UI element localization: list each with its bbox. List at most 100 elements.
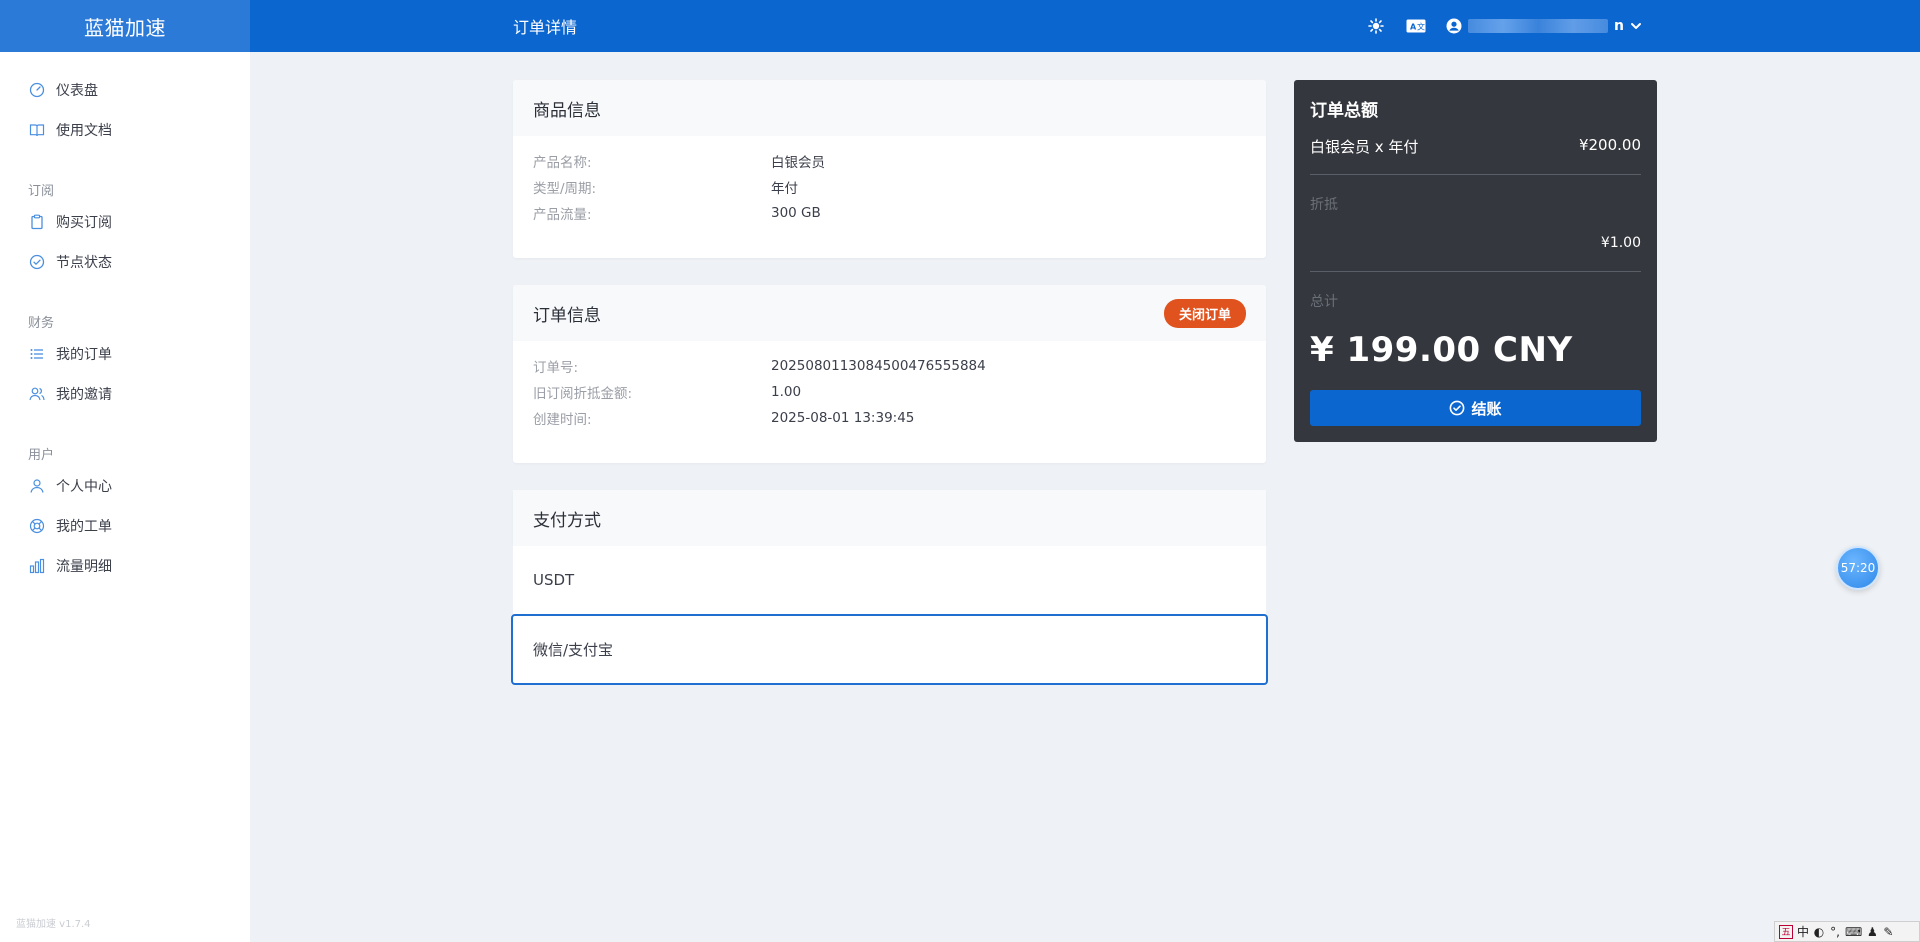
kv-row: 旧订阅折抵金额: 1.00 [533, 379, 1246, 405]
kv-value: 300 GB [771, 205, 821, 221]
app-version: 蓝猫加速 v1.7.4 [16, 919, 91, 930]
payment-method-card: 支付方式 [513, 490, 1266, 546]
kv-row: 类型/周期: 年付 [533, 174, 1246, 200]
lifebuoy-icon [28, 517, 46, 535]
kv-value: 1.00 [771, 384, 802, 400]
floating-timer[interactable]: 57:20 [1836, 546, 1880, 590]
nav-group-user: 用户 [28, 448, 55, 463]
svg-text:文: 文 [1417, 22, 1425, 32]
order-info-header: 订单信息 关闭订单 [513, 285, 1266, 341]
sidebar-item-label: 我的工单 [56, 519, 112, 535]
bar-chart-icon [28, 557, 46, 575]
sidebar-item-label: 我的订单 [56, 347, 112, 363]
payment-option-wechat-alipay[interactable]: 微信/支付宝 [511, 614, 1268, 685]
payment-option-usdt[interactable]: USDT [513, 546, 1266, 614]
order-summary: 订单总额 白银会员 x 年付 ¥200.00 折抵 ¥1.00 总计 ¥ 199… [1294, 80, 1657, 442]
kv-value: 白银会员 [771, 155, 825, 171]
dashboard-icon [28, 81, 46, 99]
ime-toolbar: 五 中 ◐ °, ⌨ ♟ ✎ [1774, 921, 1920, 942]
sidebar: 仪表盘 使用文档 订阅 购买订阅 节点状态 财务 我的订单 我的邀请 用户 个人… [0, 52, 250, 942]
list-icon [28, 345, 46, 363]
moon-icon[interactable]: ◐ [1813, 925, 1825, 939]
order-info-card: 订单信息 关闭订单 订单号: 2025080113084500476555884 … [513, 285, 1266, 463]
sidebar-item-tickets[interactable]: 我的工单 [28, 512, 112, 540]
kv-key: 旧订阅折抵金额: [533, 386, 633, 402]
summary-item-price: ¥200.00 [1578, 136, 1641, 154]
sidebar-item-label: 购买订阅 [56, 215, 112, 231]
user-icon [28, 477, 46, 495]
card-title: 订单信息 [533, 305, 601, 326]
kv-value: 2025080113084500476555884 [771, 358, 986, 374]
kv-value: 年付 [771, 181, 798, 197]
sidebar-item-label: 我的邀请 [56, 387, 112, 403]
checkout-label: 结账 [1471, 399, 1502, 418]
kv-key: 产品名称: [533, 155, 592, 171]
sidebar-item-docs[interactable]: 使用文档 [28, 116, 112, 144]
top-actions: A文 n [1366, 0, 1642, 52]
kv-value: 2025-08-01 13:39:45 [771, 410, 915, 426]
punctuation-icon[interactable]: °, [1829, 925, 1841, 939]
check-circle-icon [1450, 400, 1465, 416]
nav-group-finance: 财务 [28, 316, 55, 331]
sidebar-item-dashboard[interactable]: 仪表盘 [28, 76, 98, 104]
sidebar-item-profile[interactable]: 个人中心 [28, 472, 112, 500]
user-avatar-icon [1446, 18, 1462, 34]
checkout-button[interactable]: 结账 [1310, 390, 1641, 426]
sidebar-item-label: 个人中心 [56, 479, 112, 495]
summary-line-item: 白银会员 x 年付 ¥200.00 [1310, 136, 1641, 157]
wrench-icon[interactable]: ✎ [1882, 925, 1894, 939]
product-info-card: 商品信息 产品名称: 白银会员 类型/周期: 年付 产品流量: 300 GB [513, 80, 1266, 258]
sidebar-item-label: 节点状态 [56, 255, 112, 271]
top-bar: 蓝猫加速 订单详情 A文 n [0, 0, 1920, 52]
payment-method-header: 支付方式 [513, 490, 1266, 546]
sidebar-item-buy-subscription[interactable]: 购买订阅 [28, 208, 112, 236]
kv-row: 产品名称: 白银会员 [533, 148, 1246, 174]
sidebar-item-my-orders[interactable]: 我的订单 [28, 340, 112, 368]
user-icon[interactable]: ♟ [1866, 925, 1878, 939]
discount-label: 折抵 [1310, 197, 1338, 213]
card-title: 商品信息 [533, 100, 601, 121]
nav-group-subscription: 订阅 [28, 184, 55, 199]
sidebar-item-label: 流量明细 [56, 559, 112, 575]
sidebar-item-node-status[interactable]: 节点状态 [28, 248, 112, 276]
users-icon [28, 385, 46, 403]
payment-option-label: 微信/支付宝 [533, 641, 614, 659]
language-icon[interactable]: A文 [1406, 16, 1426, 36]
kv-row: 产品流量: 300 GB [533, 200, 1246, 226]
clipboard-icon [28, 213, 46, 231]
sidebar-item-label: 仪表盘 [56, 83, 98, 99]
kv-key: 类型/周期: [533, 181, 597, 197]
user-name-redacted [1468, 19, 1609, 33]
summary-title: 订单总额 [1310, 101, 1378, 121]
svg-text:A: A [1410, 23, 1417, 32]
ime-chinese-mode[interactable]: 中 [1797, 923, 1809, 940]
divider [1310, 271, 1641, 272]
kv-key: 订单号: [533, 360, 579, 376]
product-info-header: 商品信息 [513, 80, 1266, 136]
ime-logo-icon[interactable]: 五 [1779, 924, 1793, 939]
brand-logo[interactable]: 蓝猫加速 [0, 0, 250, 52]
user-menu[interactable]: n [1446, 18, 1642, 34]
user-name-suffix: n [1614, 18, 1624, 34]
kv-key: 产品流量: [533, 207, 592, 223]
discount-value: ¥1.00 [1600, 235, 1641, 251]
keyboard-icon[interactable]: ⌨ [1845, 925, 1862, 939]
page-title: 订单详情 [513, 18, 578, 37]
summary-item-label: 白银会员 x 年付 [1310, 138, 1419, 156]
sidebar-item-traffic[interactable]: 流量明细 [28, 552, 112, 580]
total-amount: ¥ 199.00 CNY [1310, 330, 1573, 370]
close-order-button[interactable]: 关闭订单 [1163, 298, 1246, 328]
sidebar-item-my-invites[interactable]: 我的邀请 [28, 380, 112, 408]
kv-row: 创建时间: 2025-08-01 13:39:45 [533, 405, 1246, 431]
payment-option-label: USDT [533, 571, 575, 589]
kv-key: 创建时间: [533, 412, 592, 428]
divider [1310, 174, 1641, 175]
check-circle-icon [28, 253, 46, 271]
sidebar-item-label: 使用文档 [56, 123, 112, 139]
kv-row: 订单号: 2025080113084500476555884 [533, 353, 1246, 379]
theme-toggle-icon[interactable] [1366, 16, 1386, 36]
chevron-down-icon [1631, 23, 1641, 29]
total-label: 总计 [1310, 294, 1338, 310]
card-title: 支付方式 [533, 510, 601, 531]
book-icon [28, 121, 46, 139]
